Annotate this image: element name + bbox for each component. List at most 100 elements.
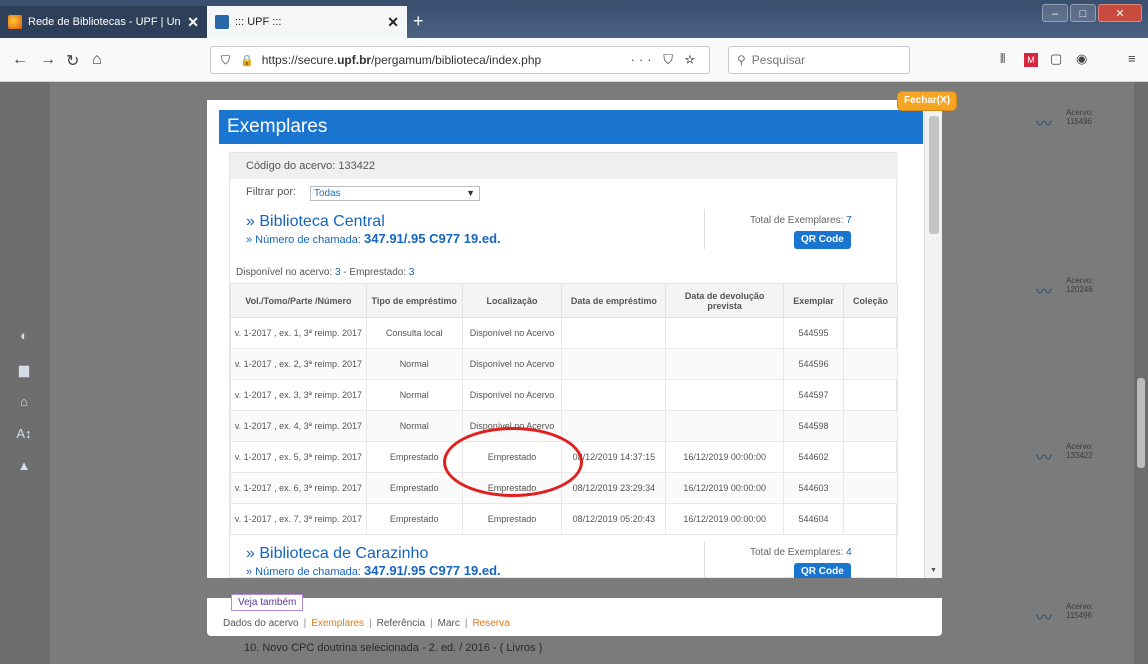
veja-tambem-label: Veja também <box>231 594 304 611</box>
contrast-icon[interactable]: ◐ <box>12 328 36 348</box>
window-controls: – □ ✕ <box>1042 4 1142 22</box>
page-scrollbar[interactable] <box>1134 82 1148 664</box>
page-actions-icons[interactable]: ··· ⛉ ☆ <box>631 52 699 68</box>
forward-icon[interactable]: → <box>40 51 56 69</box>
cell-localizacao: Emprestado <box>461 503 563 535</box>
modal-scrollbar-thumb[interactable] <box>929 116 939 234</box>
filter-value: Todas <box>314 188 341 199</box>
search-placeholder: Pesquisar <box>751 53 806 67</box>
link-reserva[interactable]: Reserva <box>472 618 509 629</box>
link-marc[interactable]: Marc <box>438 618 460 629</box>
extension-icon[interactable]: M <box>1024 53 1038 67</box>
minimize-icon[interactable]: – <box>1042 4 1068 22</box>
total-exemplares: Total de Exemplares: 4 <box>750 547 852 558</box>
acervo-label: Acervo: 115496 <box>1066 108 1093 126</box>
col-header-data-emprestimo: Data de empréstimo <box>561 283 667 318</box>
col-header-data-devolucao: Data de devolução prevista <box>665 283 785 318</box>
cell-exemplar: 544596 <box>783 348 844 380</box>
divider <box>704 209 705 249</box>
folder-icon[interactable]: ▆ <box>12 362 36 382</box>
emp-value: 3 <box>408 267 415 278</box>
qr-code-button[interactable]: QR Code <box>794 563 851 578</box>
cell-data-emprestimo <box>561 348 667 380</box>
filter-row: Filtrar por: Todas ▼ <box>230 183 898 205</box>
tab-rede-bibliotecas[interactable]: Rede de Bibliotecas - UPF | Uni ✕ <box>0 6 207 38</box>
chart-icon[interactable]: 〰 <box>1036 110 1052 134</box>
chart-icon[interactable]: 〰 <box>1036 604 1052 628</box>
exemplares-table: Vol./Tomo/Parte /Número Tipo de emprésti… <box>230 283 898 535</box>
call-number: » Número de chamada: 347.91/.95 C977 19.… <box>246 563 501 578</box>
call-number-value: 347.91/.95 C977 19.ed. <box>364 231 501 246</box>
tab-close-icon[interactable]: ✕ <box>387 14 399 31</box>
link-separator: | <box>369 618 372 629</box>
cell-data-devolucao: 16/12/2019 00:00:00 <box>665 472 785 504</box>
cell-exemplar: 544595 <box>783 317 844 349</box>
cell-exemplar: 544603 <box>783 472 844 504</box>
modal-scrollbar[interactable]: ▼ <box>924 100 942 578</box>
shield-icon[interactable]: ⛉ <box>221 53 230 68</box>
background-result-row: 〰 Acervo: 115496 <box>976 598 1121 632</box>
reload-icon[interactable]: ↻ <box>66 51 79 71</box>
disp-value: 3 <box>334 267 341 278</box>
menu-icon[interactable]: ≡ <box>1128 51 1136 66</box>
tab-close-icon[interactable]: ✕ <box>187 14 199 31</box>
close-modal-button[interactable]: Fechar(X) <box>898 92 957 110</box>
cell-data-devolucao <box>665 317 785 349</box>
home-icon[interactable]: ⌂ <box>92 51 102 69</box>
cell-data-devolucao: 16/12/2019 00:00:00 <box>665 503 785 535</box>
account-icon[interactable]: ◉ <box>1076 51 1087 67</box>
background-result-title[interactable]: 10. Novo CPC doutrina selecionada - 2. e… <box>244 642 542 654</box>
acervo-code: 115496 <box>1066 117 1093 126</box>
chart-icon[interactable]: 〰 <box>1036 278 1052 302</box>
new-tab-button[interactable]: + <box>413 12 424 30</box>
chart-icon[interactable]: 〰 <box>1036 444 1052 468</box>
related-links: Dados do acervo | Exemplares | Referência | Ma… <box>223 618 510 629</box>
page-actions-menu-icon[interactable]: ··· <box>631 52 656 67</box>
lock-icon[interactable]: 🔒 <box>240 54 254 67</box>
cell-vol: v. 1-2017 , ex. 4, 3ª reimp. 2017 <box>230 410 367 442</box>
modal-title: Exemplares <box>219 110 923 144</box>
library-icon[interactable]: ⫴ <box>1000 51 1005 67</box>
cell-tipo: Normal <box>365 410 463 442</box>
cell-exemplar: 544597 <box>783 379 844 411</box>
emp-label: - Emprestado: <box>343 267 407 278</box>
url-bar[interactable]: ⛉ 🔒 https://secure. upf.br/pergamum/bibli… <box>210 46 710 74</box>
scroll-top-icon[interactable]: ▲ <box>12 458 36 478</box>
url-domain: upf.br <box>337 53 372 67</box>
page-scrollbar-thumb[interactable] <box>1137 378 1145 468</box>
table-row: v. 1-2017 , ex. 2, 3ª reimp. 2017 Normal… <box>230 348 898 380</box>
search-box[interactable]: ⚲ Pesquisar <box>728 46 910 74</box>
disp-label: Disponível no acervo: <box>236 267 333 278</box>
cell-vol: v. 1-2017 , ex. 5, 3ª reimp. 2017 <box>230 441 367 473</box>
highlight-ellipse <box>443 427 583 497</box>
availability-line: Disponível no acervo: 3 - Emprestado: 3 <box>230 267 898 278</box>
col-header-colecao: Coleção <box>843 283 898 318</box>
cell-localizacao: Disponível no Acervo <box>461 348 563 380</box>
cell-vol: v. 1-2017 , ex. 6, 3ª reimp. 2017 <box>230 472 367 504</box>
link-exemplares[interactable]: Exemplares <box>311 618 364 629</box>
link-referencia[interactable]: Referência <box>377 618 425 629</box>
cell-data-devolucao: 16/12/2019 00:00:00 <box>665 441 785 473</box>
tab-upf[interactable]: ::: UPF ::: ✕ <box>207 6 407 38</box>
link-separator: | <box>430 618 433 629</box>
library-name[interactable]: » Biblioteca Central <box>246 213 385 231</box>
cell-colecao <box>843 472 898 504</box>
font-size-icon[interactable]: A↕ <box>12 426 36 446</box>
back-icon[interactable]: ← <box>12 51 28 69</box>
home-icon[interactable]: ⌂ <box>12 394 36 414</box>
scroll-down-icon[interactable]: ▼ <box>930 567 937 574</box>
library-name[interactable]: » Biblioteca de Carazinho <box>246 545 428 563</box>
cell-tipo: Normal <box>365 379 463 411</box>
sidebar-icon[interactable]: ▢ <box>1050 51 1062 67</box>
filter-select[interactable]: Todas ▼ <box>310 186 480 201</box>
cell-tipo: Emprestado <box>365 503 463 535</box>
close-window-icon[interactable]: ✕ <box>1098 4 1142 22</box>
qr-code-button[interactable]: QR Code <box>794 231 851 249</box>
acervo-label: Acervo: 115496 <box>1066 602 1093 620</box>
cell-colecao <box>843 379 898 411</box>
link-dados-acervo[interactable]: Dados do acervo <box>223 618 299 629</box>
maximize-icon[interactable]: □ <box>1070 4 1096 22</box>
col-header-vol: Vol./Tomo/Parte /Número <box>230 283 367 318</box>
cell-tipo: Consulta local <box>365 317 463 349</box>
cell-data-devolucao <box>665 379 785 411</box>
